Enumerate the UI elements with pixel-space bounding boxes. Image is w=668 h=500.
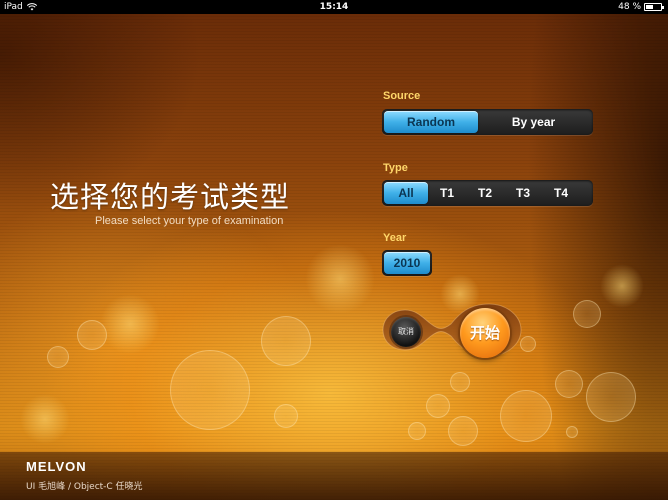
status-time: 15:14 xyxy=(319,2,349,12)
footer: MELVON UI 毛旭峰 / Object-C 任晓光 xyxy=(0,452,668,500)
type-t1-button[interactable]: T1 xyxy=(428,182,466,204)
bokeh-circle xyxy=(261,316,311,366)
year-label: Year xyxy=(383,232,407,244)
source-random-button[interactable]: Random xyxy=(384,111,478,133)
type-all-button[interactable]: All xyxy=(384,182,428,204)
source-label: Source xyxy=(383,90,421,102)
type-segmented-control: All T1 T2 T3 T4 xyxy=(382,180,593,206)
battery-percent: 48 % xyxy=(618,2,641,12)
status-right: 48 % xyxy=(618,0,664,14)
bokeh-circle xyxy=(448,416,478,446)
page-subtitle: Please select your type of examination xyxy=(95,215,284,227)
bokeh-circle xyxy=(426,394,450,418)
source-segmented-control: Random By year xyxy=(382,109,593,135)
bokeh-glow xyxy=(600,264,644,308)
status-bar: iPad 15:14 48 % xyxy=(0,0,668,14)
brand-logo: MELVON xyxy=(26,459,87,474)
action-pod: 取消 开始 xyxy=(381,292,523,368)
type-t4-button[interactable]: T4 xyxy=(542,182,580,204)
bokeh-circle xyxy=(170,350,250,430)
cancel-button[interactable]: 取消 xyxy=(391,317,421,347)
bokeh-circle xyxy=(586,372,636,422)
bokeh-circle xyxy=(408,422,426,440)
bokeh-glow xyxy=(100,294,160,354)
battery-fill xyxy=(646,5,653,9)
bokeh-circle xyxy=(566,426,578,438)
page-title: 选择您的考试类型 xyxy=(50,180,291,214)
type-t3-button[interactable]: T3 xyxy=(504,182,542,204)
bokeh-glow xyxy=(20,394,70,444)
battery-icon xyxy=(644,3,664,11)
bokeh-circle xyxy=(500,390,552,442)
bokeh-circle xyxy=(555,370,583,398)
type-label: Type xyxy=(383,162,408,174)
source-by-year-button[interactable]: By year xyxy=(478,111,589,133)
start-button[interactable]: 开始 xyxy=(460,308,510,358)
bokeh-circle xyxy=(450,372,470,392)
type-t2-button[interactable]: T2 xyxy=(466,182,504,204)
bokeh-glow xyxy=(305,244,375,314)
bokeh-circle xyxy=(274,404,298,428)
footer-credits: UI 毛旭峰 / Object-C 任晓光 xyxy=(26,482,143,492)
background xyxy=(0,14,668,500)
year-selector: 2010 xyxy=(382,250,432,276)
year-2010-button[interactable]: 2010 xyxy=(384,252,430,274)
bokeh-circle xyxy=(47,346,69,368)
bokeh-circle xyxy=(573,300,601,328)
